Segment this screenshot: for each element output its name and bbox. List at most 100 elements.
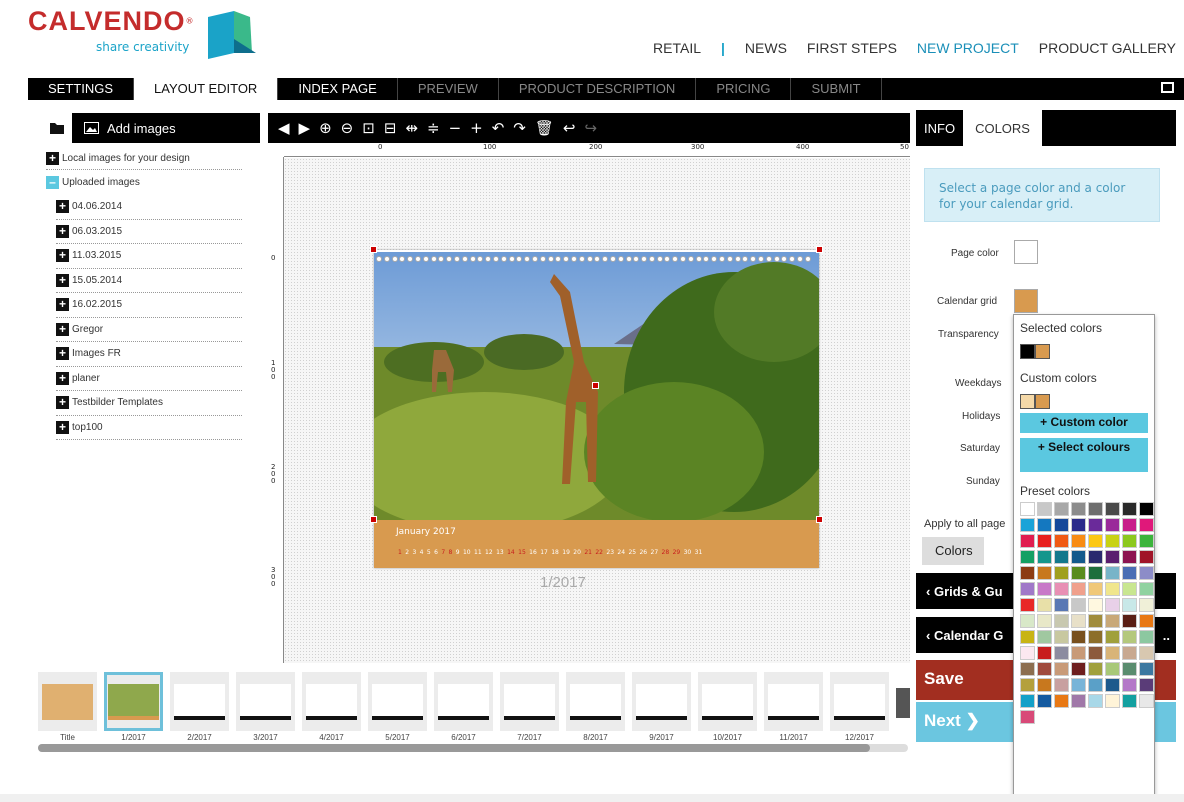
preset-color-swatch[interactable] — [1071, 566, 1086, 580]
preset-color-swatch[interactable] — [1037, 694, 1052, 708]
plus-icon[interactable]: + — [56, 249, 69, 263]
color-swatch[interactable] — [1035, 394, 1050, 409]
preset-color-swatch[interactable] — [1037, 534, 1052, 548]
preset-color-swatch[interactable] — [1139, 518, 1154, 532]
page-thumbnail[interactable]: 9/2017 — [632, 672, 691, 744]
page-thumbnail[interactable]: Title — [38, 672, 97, 744]
preset-color-swatch[interactable] — [1054, 518, 1069, 532]
preset-color-swatch[interactable] — [1054, 598, 1069, 612]
nav-news[interactable]: NEWS — [745, 40, 787, 56]
color-swatch[interactable] — [1035, 344, 1050, 359]
tree-folder[interactable]: + Images FR — [56, 342, 242, 367]
preset-color-swatch[interactable] — [1139, 502, 1154, 516]
preset-color-swatch[interactable] — [1105, 694, 1120, 708]
preset-color-swatch[interactable] — [1020, 582, 1035, 596]
preset-color-swatch[interactable] — [1122, 630, 1137, 644]
preset-color-swatch[interactable] — [1088, 566, 1103, 580]
thumbnail-image[interactable] — [434, 672, 493, 731]
tab-colors[interactable]: COLORS — [963, 110, 1042, 146]
preset-color-swatch[interactable] — [1037, 566, 1052, 580]
preset-color-swatch[interactable] — [1020, 518, 1035, 532]
preset-color-swatch[interactable] — [1122, 582, 1137, 596]
preset-color-swatch[interactable] — [1037, 678, 1052, 692]
preset-color-swatch[interactable] — [1054, 582, 1069, 596]
preset-color-swatch[interactable] — [1037, 662, 1052, 676]
fit-width-icon[interactable]: ⊡ — [362, 119, 375, 137]
tab-submit[interactable]: SUBMIT — [791, 78, 882, 100]
calvendo-logo[interactable]: CALVENDO® share creativity — [28, 6, 256, 59]
preset-color-swatch[interactable] — [1054, 566, 1069, 580]
tree-folder[interactable]: + Gregor — [56, 318, 242, 342]
preset-color-swatch[interactable] — [1020, 550, 1035, 564]
more-thumbnails-icon[interactable] — [896, 688, 910, 718]
page-thumbnail[interactable]: 10/2017 — [698, 672, 757, 744]
shrink-icon[interactable]: − — [449, 119, 462, 137]
plus-icon[interactable]: + — [56, 322, 69, 336]
preset-color-swatch[interactable] — [1139, 678, 1154, 692]
page-thumbnail[interactable]: 6/2017 — [434, 672, 493, 744]
preset-color-swatch[interactable] — [1020, 678, 1035, 692]
plus-icon[interactable]: + — [46, 151, 59, 165]
plus-icon[interactable]: + — [56, 298, 69, 312]
move-handle[interactable] — [592, 382, 599, 389]
enlarge-icon[interactable]: + — [470, 119, 483, 137]
preset-color-swatch[interactable] — [1122, 518, 1137, 532]
preset-color-swatch[interactable] — [1105, 598, 1120, 612]
plus-icon[interactable]: + — [56, 347, 69, 361]
preset-color-swatch[interactable] — [1020, 710, 1035, 724]
preset-color-swatch[interactable] — [1054, 646, 1069, 660]
preset-color-swatch[interactable] — [1105, 534, 1120, 548]
preset-color-swatch[interactable] — [1020, 534, 1035, 548]
tree-folder[interactable]: + Testbilder Templates — [56, 391, 242, 416]
next-page-icon[interactable]: ▶ — [299, 119, 311, 137]
preset-color-swatch[interactable] — [1020, 630, 1035, 644]
maximize-icon[interactable] — [1161, 82, 1174, 93]
preset-color-swatch[interactable] — [1071, 662, 1086, 676]
preset-color-swatch[interactable] — [1088, 678, 1103, 692]
tree-folder[interactable]: +15.05.2014 — [56, 269, 242, 293]
plus-icon[interactable]: + — [56, 224, 69, 238]
resize-handle[interactable] — [816, 516, 823, 523]
preset-color-swatch[interactable] — [1122, 566, 1137, 580]
preset-color-swatch[interactable] — [1105, 550, 1120, 564]
preset-color-swatch[interactable] — [1020, 566, 1035, 580]
preset-color-swatch[interactable] — [1088, 534, 1103, 548]
thumbnail-image[interactable] — [830, 672, 889, 731]
resize-handle[interactable] — [370, 516, 377, 523]
preset-color-swatch[interactable] — [1105, 582, 1120, 596]
preset-color-swatch[interactable] — [1088, 518, 1103, 532]
preset-color-swatch[interactable] — [1139, 566, 1154, 580]
preset-color-swatch[interactable] — [1088, 662, 1103, 676]
preset-color-swatch[interactable] — [1088, 502, 1103, 516]
colors-button[interactable]: Colors — [922, 537, 984, 565]
thumbnail-image[interactable] — [698, 672, 757, 731]
preset-color-swatch[interactable] — [1071, 518, 1086, 532]
preset-color-swatch[interactable] — [1122, 534, 1137, 548]
select-colours-button[interactable]: + Select colours — [1020, 438, 1148, 472]
plus-icon[interactable]: + — [56, 371, 69, 385]
preset-color-swatch[interactable] — [1088, 582, 1103, 596]
tab-settings[interactable]: SETTINGS — [28, 78, 135, 100]
tab-preview[interactable]: PREVIEW — [398, 78, 499, 100]
preset-color-swatch[interactable] — [1139, 662, 1154, 676]
tree-folder[interactable]: +06.03.2015 — [56, 220, 242, 244]
preset-color-swatch[interactable] — [1139, 534, 1154, 548]
page-thumbnail[interactable]: 4/2017 — [302, 672, 361, 744]
preset-color-swatch[interactable] — [1122, 694, 1137, 708]
preset-color-swatch[interactable] — [1088, 598, 1103, 612]
preset-color-swatch[interactable] — [1139, 614, 1154, 628]
preset-color-swatch[interactable] — [1139, 598, 1154, 612]
preset-color-swatch[interactable] — [1071, 678, 1086, 692]
preset-color-swatch[interactable] — [1020, 646, 1035, 660]
preset-color-swatch[interactable] — [1139, 694, 1154, 708]
page-thumbnail[interactable]: 11/2017 — [764, 672, 823, 744]
preset-color-swatch[interactable] — [1139, 582, 1154, 596]
preset-color-swatch[interactable] — [1054, 694, 1069, 708]
tree-folder[interactable]: + top100 — [56, 416, 242, 440]
rotate-left-icon[interactable]: ↶ — [492, 119, 505, 137]
custom-color-button[interactable]: + Custom color — [1020, 413, 1148, 433]
preset-color-swatch[interactable] — [1122, 678, 1137, 692]
preset-color-swatch[interactable] — [1071, 614, 1086, 628]
preset-color-swatch[interactable] — [1020, 662, 1035, 676]
plus-icon[interactable]: + — [56, 200, 69, 214]
